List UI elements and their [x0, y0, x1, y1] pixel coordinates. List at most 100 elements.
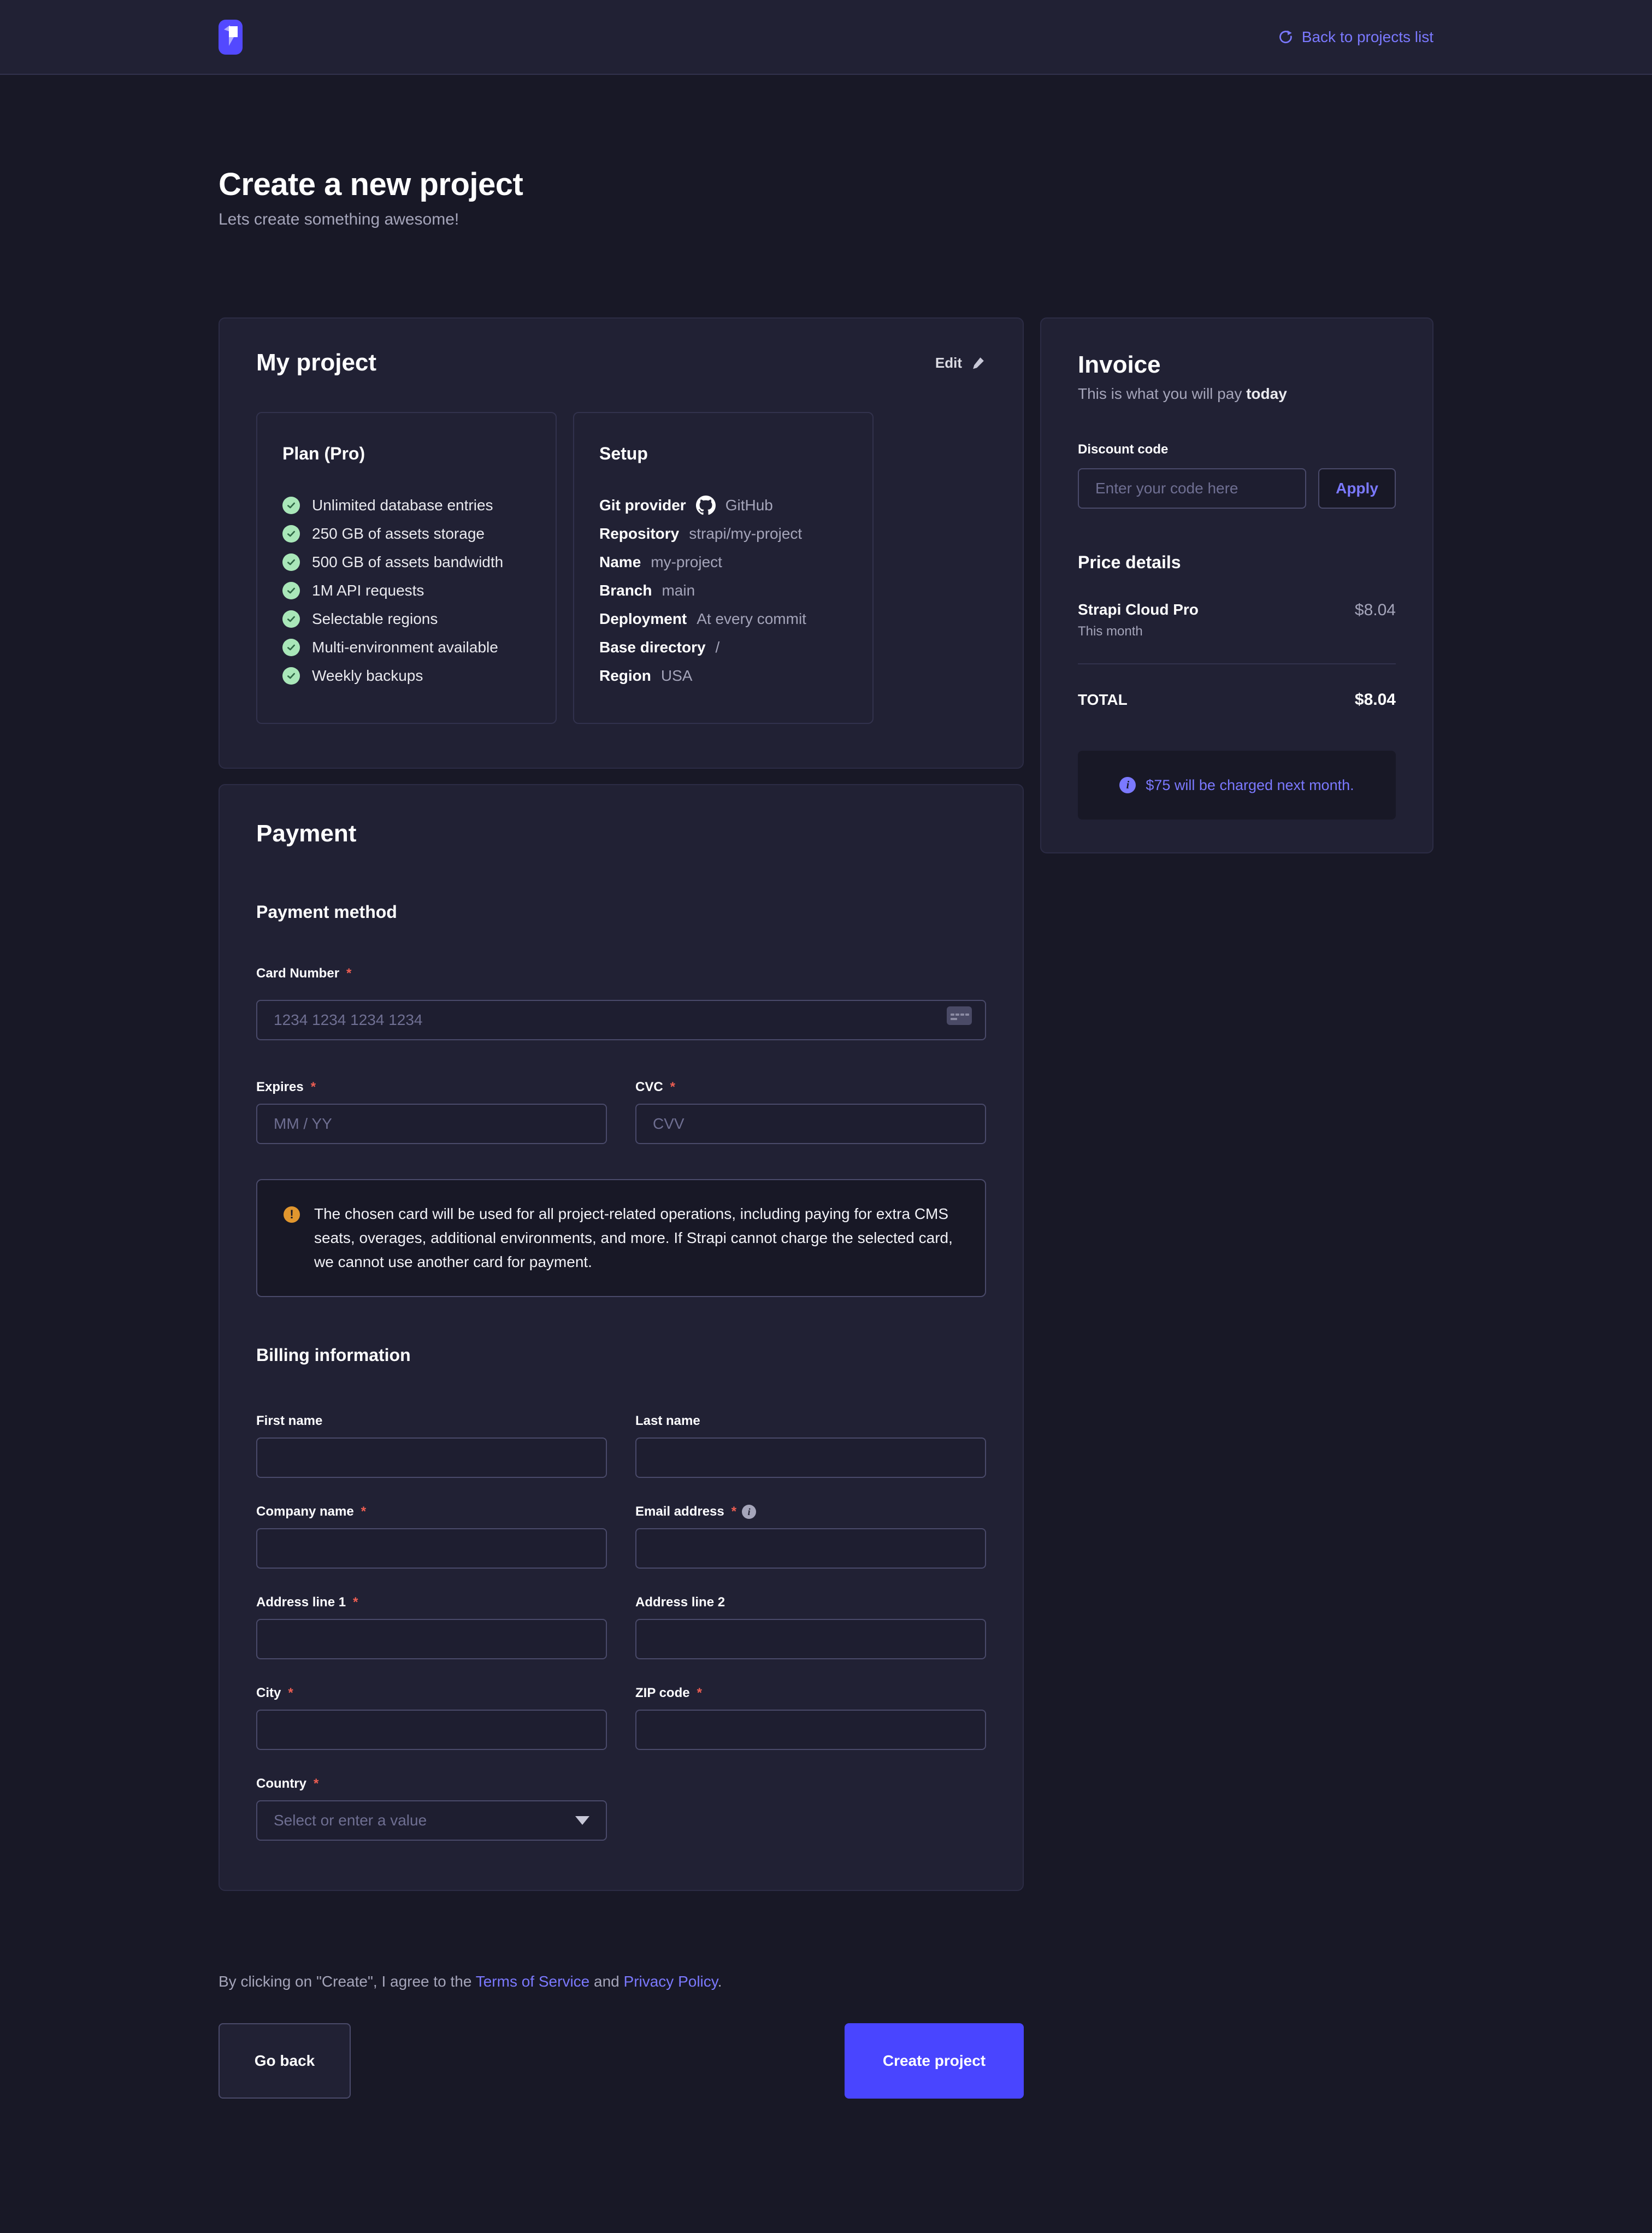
warning-icon: !	[284, 1206, 300, 1223]
check-icon	[282, 639, 300, 656]
plan-feature-label: 1M API requests	[312, 582, 424, 599]
payment-title: Payment	[256, 820, 986, 847]
payment-card: Payment Payment method Card Number*	[219, 784, 1024, 1891]
my-project-card: My project Edit Plan (Pro)	[219, 317, 1024, 769]
card-number-field: Card Number *	[256, 966, 986, 1040]
cvc-label: CVC	[635, 1080, 663, 1095]
setup-row-region: Region USA	[599, 662, 847, 690]
check-icon	[282, 553, 300, 571]
chevron-down-icon	[575, 1816, 589, 1825]
billing-information-title: Billing information	[256, 1345, 986, 1365]
required-asterisk: *	[314, 1776, 318, 1792]
expires-label: Expires	[256, 1080, 304, 1095]
plan-feature: 250 GB of assets storage	[282, 520, 530, 548]
email-address-field: Email address*i	[635, 1504, 986, 1569]
next-month-note-text: $75 will be charged next month.	[1146, 777, 1354, 794]
required-asterisk: *	[361, 1504, 366, 1519]
terms-prefix: By clicking on "Create", I agree to the	[219, 1973, 476, 1990]
city-label: City	[256, 1686, 281, 1701]
card-number-input[interactable]	[256, 1000, 986, 1040]
terms-text: By clicking on "Create", I agree to the …	[219, 1973, 1024, 1990]
check-icon	[282, 610, 300, 628]
setup-value: /	[716, 639, 720, 656]
project-card-title: My project	[256, 349, 376, 376]
address-line-1-input[interactable]	[256, 1619, 607, 1659]
pencil-icon	[971, 355, 986, 370]
back-to-projects-link[interactable]: Back to projects list	[1278, 28, 1433, 46]
required-asterisk: *	[288, 1686, 293, 1701]
back-link-label: Back to projects list	[1302, 28, 1433, 46]
setup-card: Setup Git provider GitHub Repository	[573, 412, 874, 724]
go-back-button[interactable]: Go back	[219, 2023, 351, 2099]
company-name-field: Company name*	[256, 1504, 607, 1569]
plan-feature-label: Multi-environment available	[312, 639, 498, 656]
setup-label: Region	[599, 667, 651, 685]
total-row: TOTAL $8.04	[1078, 691, 1396, 709]
plan-feature: 500 GB of assets bandwidth	[282, 548, 530, 576]
setup-value: main	[662, 582, 695, 599]
github-icon	[696, 496, 716, 515]
footer-area: By clicking on "Create", I agree to the …	[219, 1973, 1024, 2233]
city-field: City *	[256, 1686, 607, 1750]
setup-label: Repository	[599, 525, 679, 543]
check-icon	[282, 525, 300, 543]
city-input[interactable]	[256, 1710, 607, 1750]
intro-section: Create a new project Lets create somethi…	[219, 75, 1433, 229]
first-name-field: First name	[256, 1413, 607, 1478]
first-name-input[interactable]	[256, 1437, 607, 1478]
top-bar: Back to projects list	[0, 0, 1652, 75]
address-line-2-input[interactable]	[635, 1619, 986, 1659]
required-asterisk: *	[731, 1504, 736, 1519]
company-name-input[interactable]	[256, 1528, 607, 1569]
terms-suffix: .	[718, 1973, 722, 1990]
strapi-logo[interactable]	[219, 20, 243, 55]
price-item-amount: $8.04	[1355, 601, 1396, 620]
plan-card: Plan (Pro) Unlimited database entries 25…	[256, 412, 557, 724]
zip-code-label: ZIP code	[635, 1686, 690, 1701]
price-line-item: Strapi Cloud Pro $8.04	[1078, 601, 1396, 620]
price-details-title: Price details	[1078, 552, 1396, 573]
price-item-name: Strapi Cloud Pro	[1078, 601, 1199, 618]
page-subtitle: Lets create something awesome!	[219, 210, 1433, 229]
card-number-label: Card Number	[256, 966, 339, 981]
plan-feature: Selectable regions	[282, 605, 530, 633]
plan-feature: Unlimited database entries	[282, 491, 530, 520]
strapi-logo-icon	[219, 20, 243, 55]
country-select[interactable]: Select or enter a value	[256, 1800, 607, 1841]
terms-of-service-link[interactable]: Terms of Service	[476, 1973, 590, 1990]
back-arrow-icon	[1278, 29, 1294, 45]
info-icon: i	[1119, 777, 1136, 793]
address-line-1-field: Address line 1*	[256, 1595, 607, 1659]
last-name-input[interactable]	[635, 1437, 986, 1478]
privacy-policy-link[interactable]: Privacy Policy	[624, 1973, 718, 1990]
setup-label: Branch	[599, 582, 652, 599]
cvc-field: CVC*	[635, 1080, 986, 1144]
setup-value: USA	[661, 667, 693, 685]
create-project-button[interactable]: Create project	[845, 2023, 1024, 2099]
expires-field: Expires *	[256, 1080, 607, 1144]
last-name-label: Last name	[635, 1413, 700, 1429]
setup-label: Base directory	[599, 639, 706, 656]
required-asterisk: *	[311, 1080, 316, 1095]
required-asterisk: *	[346, 966, 351, 981]
setup-row-deployment: Deployment At every commit	[599, 605, 847, 633]
setup-rows: Git provider GitHub Repository strapi/my…	[599, 491, 847, 690]
discount-code-input[interactable]	[1078, 468, 1306, 509]
country-select-placeholder: Select or enter a value	[274, 1812, 427, 1829]
apply-button[interactable]: Apply	[1318, 468, 1396, 509]
email-address-input[interactable]	[635, 1528, 986, 1569]
last-name-field: Last name	[635, 1413, 986, 1478]
edit-button[interactable]: Edit	[935, 355, 986, 372]
cvc-input[interactable]	[635, 1104, 986, 1144]
setup-value: strapi/my-project	[689, 525, 802, 543]
setup-row-repository: Repository strapi/my-project	[599, 520, 847, 548]
setup-value: At every commit	[697, 610, 806, 628]
plan-feature: 1M API requests	[282, 576, 530, 605]
invoice-subtitle: This is what you will pay today	[1078, 385, 1396, 403]
email-info-icon[interactable]: i	[742, 1505, 756, 1519]
zip-code-input[interactable]	[635, 1710, 986, 1750]
expires-input[interactable]	[256, 1104, 607, 1144]
setup-value: my-project	[651, 553, 722, 571]
notice-text: The chosen card will be used for all pro…	[314, 1202, 959, 1274]
page-title: Create a new project	[219, 167, 1433, 203]
